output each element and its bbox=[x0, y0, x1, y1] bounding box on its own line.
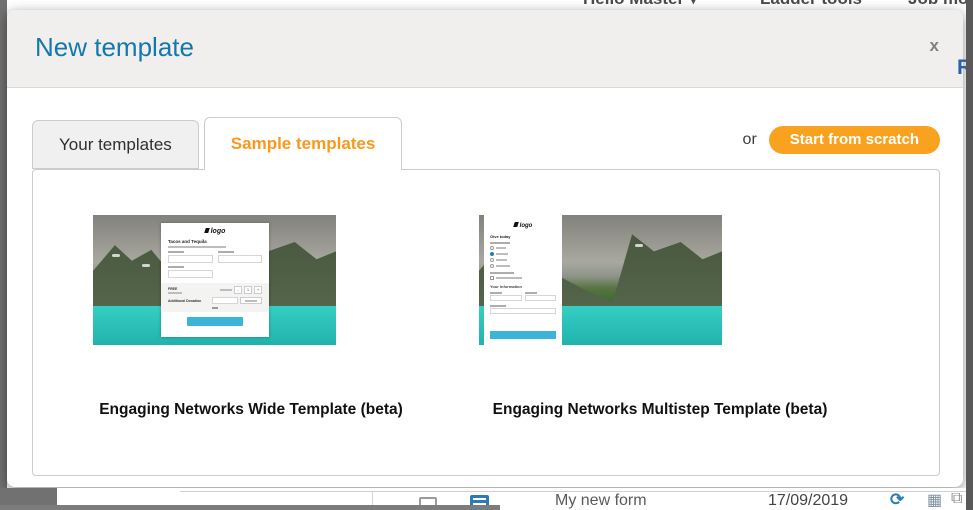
background-table-row: My new form 17/09/2019 ⟳ ▦ ⧉ bbox=[0, 488, 973, 510]
mini-plus-button: + bbox=[254, 286, 262, 294]
tab-your-templates[interactable]: Your templates bbox=[32, 120, 199, 169]
row-name: My new form bbox=[555, 492, 647, 509]
background-footer-band bbox=[0, 505, 500, 510]
mini-form-multistep: logo Give today Your Information bbox=[484, 215, 562, 345]
mini-logo: logo bbox=[168, 228, 262, 235]
tab-row: Your templates Sample templates or Start… bbox=[32, 116, 940, 170]
mini-input bbox=[217, 255, 262, 263]
background-left-edge bbox=[0, 0, 7, 510]
mini-label bbox=[168, 266, 184, 268]
mini-text bbox=[496, 265, 510, 267]
screen: Hello Master▾ Ladder tools Job monitor R… bbox=[0, 0, 973, 510]
mini-input bbox=[490, 295, 522, 301]
mini-text bbox=[496, 253, 508, 255]
modal-body: Your templates Sample templates or Start… bbox=[7, 116, 963, 476]
background-right-edge bbox=[966, 0, 973, 510]
snow-patch bbox=[141, 264, 150, 268]
mini-text bbox=[220, 289, 232, 291]
mini-radio bbox=[490, 264, 494, 268]
mini-heading: Tacos and Tequila bbox=[168, 239, 207, 244]
mini-text bbox=[496, 247, 506, 249]
row-date: 17/09/2019 bbox=[768, 492, 849, 509]
mini-radio-selected bbox=[490, 252, 494, 256]
mini-form-wide: logo Tacos and Tequila FREE - 1 + Additi… bbox=[161, 223, 269, 337]
grid-icon[interactable]: ▦ bbox=[927, 490, 942, 510]
copy-icon[interactable]: ⧉ bbox=[951, 490, 962, 508]
mini-input bbox=[524, 295, 556, 301]
mini-label bbox=[168, 251, 184, 253]
or-label: or bbox=[742, 130, 757, 148]
mini-radio bbox=[490, 246, 494, 250]
snow-patch bbox=[112, 254, 121, 257]
template-title-wide: Engaging Networks Wide Template (beta) bbox=[99, 401, 403, 418]
mini-info-heading: Your Information bbox=[490, 284, 522, 289]
mini-text bbox=[168, 291, 182, 294]
nav-item-job-monitor[interactable]: Job monitor bbox=[908, 0, 973, 9]
template-title-multistep: Engaging Networks Multistep Template (be… bbox=[492, 401, 828, 418]
mini-heading: Give today bbox=[490, 234, 511, 239]
template-thumbnail-multistep[interactable]: logo Give today Your Information bbox=[479, 215, 722, 345]
mini-qty-value: 1 bbox=[244, 286, 252, 294]
mini-name-row bbox=[490, 290, 556, 301]
new-template-modal: New template x Your templates Sample tem… bbox=[7, 10, 963, 487]
mini-input bbox=[168, 255, 213, 263]
mini-qty-stepper: - 1 + bbox=[220, 286, 262, 294]
modal-header: New template x bbox=[7, 10, 963, 88]
mini-email-col bbox=[168, 266, 214, 278]
mini-input bbox=[212, 297, 238, 304]
mini-name-row bbox=[168, 248, 262, 263]
mini-label bbox=[490, 242, 510, 244]
chevron-down-icon: ▾ bbox=[690, 0, 697, 7]
nav-item-hello-master[interactable]: Hello Master▾ bbox=[583, 0, 697, 9]
logo-icon bbox=[512, 222, 519, 227]
refresh-icon[interactable]: ⟳ bbox=[890, 490, 904, 510]
mini-ticket-section: FREE - 1 + Additional Donation bbox=[161, 283, 269, 312]
mini-free-label: FREE bbox=[168, 286, 178, 291]
mini-donation-label: Additional Donation bbox=[168, 298, 202, 303]
mini-total-text bbox=[212, 307, 218, 309]
mini-input bbox=[168, 270, 214, 278]
mini-text bbox=[496, 277, 522, 279]
mini-continue-button bbox=[490, 331, 556, 339]
mini-label bbox=[490, 272, 514, 274]
tab-sample-templates[interactable]: Sample templates bbox=[203, 117, 403, 170]
mini-label bbox=[217, 251, 234, 253]
or-group: or Start from scratch bbox=[742, 125, 940, 154]
mini-text bbox=[496, 259, 507, 261]
mini-submit-button bbox=[186, 317, 244, 326]
mini-label bbox=[490, 305, 506, 307]
mini-button bbox=[240, 297, 262, 304]
mini-label bbox=[490, 292, 502, 294]
mini-radio bbox=[490, 258, 494, 262]
template-thumbnail-wide[interactable]: logo Tacos and Tequila FREE - 1 + Additi… bbox=[93, 215, 336, 345]
snow-patch bbox=[634, 243, 643, 247]
close-icon[interactable]: x bbox=[930, 36, 939, 56]
mini-label bbox=[524, 292, 537, 294]
mini-input bbox=[490, 308, 556, 314]
mini-minus-button: - bbox=[234, 286, 242, 294]
mini-logo: logo bbox=[490, 222, 556, 229]
nav-item-ladder-tools[interactable]: Ladder tools bbox=[760, 0, 862, 9]
mini-checkbox bbox=[490, 276, 494, 280]
start-from-scratch-button[interactable]: Start from scratch bbox=[768, 125, 940, 154]
modal-title: New template bbox=[35, 32, 194, 62]
logo-icon bbox=[203, 228, 210, 233]
sample-templates-panel: logo Tacos and Tequila FREE - 1 + Additi… bbox=[32, 169, 940, 476]
background-top-nav: Hello Master▾ Ladder tools Job monitor bbox=[0, 0, 973, 10]
